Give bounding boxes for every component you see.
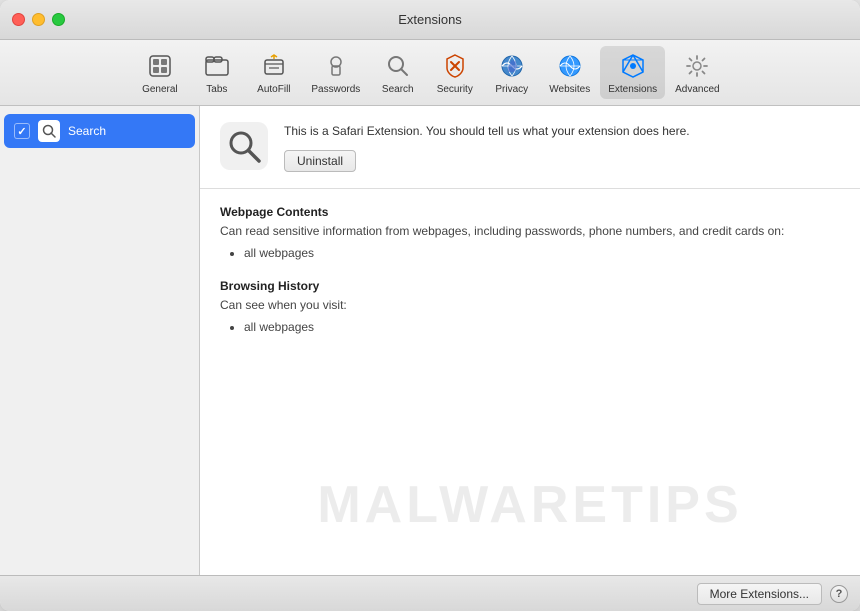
sidebar-item-search[interactable]: ✓ Search [4,114,195,148]
traffic-lights [12,13,65,26]
toolbar-item-search[interactable]: Search [370,46,425,99]
passwords-icon [320,50,352,82]
list-item: all webpages [244,244,840,263]
passwords-label: Passwords [311,84,360,95]
toolbar-item-privacy[interactable]: Privacy [484,46,539,99]
autofill-icon [258,50,290,82]
webpage-contents-list: all webpages [220,244,840,263]
toolbar-item-advanced[interactable]: Advanced [667,46,727,99]
websites-label: Websites [549,84,590,95]
content-area: ✓ Search MALWARETIPS [0,106,860,575]
toolbar-item-security[interactable]: Security [427,46,482,99]
extensions-icon [617,50,649,82]
watermark: MALWARETIPS [200,475,860,535]
general-label: General [142,84,178,95]
title-bar: Extensions [0,0,860,40]
webpage-contents-desc: Can read sensitive information from webp… [220,223,840,240]
browsing-history-desc: Can see when you visit: [220,297,840,314]
toolbar-item-extensions[interactable]: Extensions [600,46,665,99]
sidebar-item-label: Search [68,124,106,138]
extension-icon-large [220,122,268,170]
webpage-contents-group: Webpage Contents Can read sensitive info… [220,205,840,263]
tabs-label: Tabs [206,84,227,95]
security-icon [439,50,471,82]
websites-icon [554,50,586,82]
toolbar-item-tabs[interactable]: Tabs [189,46,244,99]
main-panel: MALWARETIPS This is a Safari Extension. … [200,106,860,575]
privacy-icon [496,50,528,82]
browsing-history-title: Browsing History [220,279,840,293]
browsing-history-group: Browsing History Can see when you visit:… [220,279,840,337]
permissions-section: Webpage Contents Can read sensitive info… [200,189,860,369]
advanced-icon [681,50,713,82]
close-button[interactable] [12,13,25,26]
search-label: Search [382,84,414,95]
toolbar-item-autofill[interactable]: AutoFill [246,46,301,99]
extension-info: This is a Safari Extension. You should t… [284,122,840,172]
autofill-label: AutoFill [257,84,290,95]
extension-description: This is a Safari Extension. You should t… [284,122,840,140]
privacy-label: Privacy [495,84,528,95]
window-title: Extensions [398,12,462,27]
sidebar: ✓ Search [0,106,200,575]
webpage-contents-title: Webpage Contents [220,205,840,219]
extension-enabled-checkbox[interactable]: ✓ [14,123,30,139]
toolbar: General Tabs Au [0,40,860,106]
list-item: all webpages [244,318,840,337]
advanced-label: Advanced [675,84,719,95]
extension-header: This is a Safari Extension. You should t… [200,106,860,189]
main-window: Extensions General [0,0,860,611]
general-icon [144,50,176,82]
minimize-button[interactable] [32,13,45,26]
help-button[interactable]: ? [830,585,848,603]
toolbar-item-general[interactable]: General [132,46,187,99]
checkmark-icon: ✓ [17,125,26,138]
more-extensions-button[interactable]: More Extensions... [697,583,822,605]
extensions-label: Extensions [608,84,657,95]
toolbar-item-websites[interactable]: Websites [541,46,598,99]
toolbar-item-passwords[interactable]: Passwords [303,46,368,99]
footer: More Extensions... ? [0,575,860,611]
search-toolbar-icon [382,50,414,82]
tabs-icon [201,50,233,82]
uninstall-button[interactable]: Uninstall [284,150,356,172]
maximize-button[interactable] [52,13,65,26]
extension-icon-small [38,120,60,142]
security-label: Security [437,84,473,95]
browsing-history-list: all webpages [220,318,840,337]
